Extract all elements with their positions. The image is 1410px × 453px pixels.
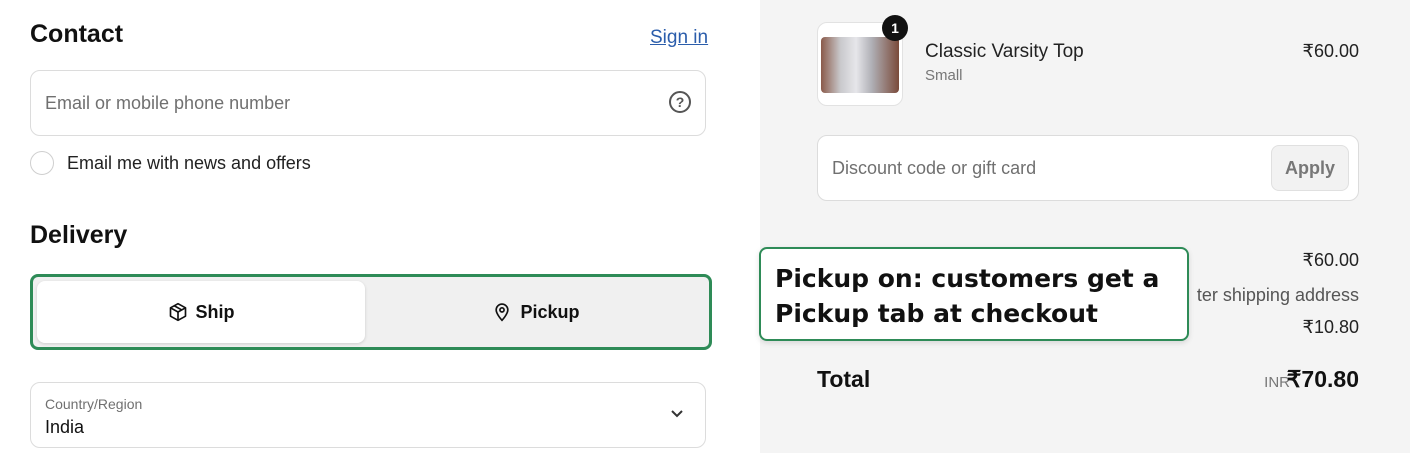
quantity-badge: 1 [882, 15, 908, 41]
taxes-value: ₹10.80 [1302, 317, 1360, 337]
order-summary-panel: 1 Classic Varsity Top Small ₹60.00 Disco… [760, 0, 1410, 453]
total-value: ₹70.80 [1286, 366, 1359, 392]
checkout-form-panel: Contact Sign in Email or mobile phone nu… [0, 0, 760, 453]
product-variant: Small [925, 67, 963, 84]
email-field[interactable]: Email or mobile phone number ? [30, 70, 706, 136]
help-icon[interactable]: ? [669, 91, 691, 113]
annotation-callout: Pickup on: customers get a Pickup tab at… [759, 247, 1189, 341]
subtotal-value: ₹60.00 [1302, 250, 1360, 270]
product-price: ₹60.00 [1302, 41, 1360, 61]
contact-heading: Contact [30, 20, 124, 48]
apply-button[interactable]: Apply [1271, 145, 1349, 191]
chevron-down-icon [671, 410, 683, 418]
delivery-method-toggle: Ship Pickup [30, 274, 712, 350]
ship-tab-label: Ship [195, 301, 235, 322]
country-label: Country/Region [45, 396, 143, 412]
product-image [821, 37, 899, 93]
location-pin-icon [495, 303, 510, 322]
pickup-tab[interactable]: Pickup [365, 281, 707, 343]
delivery-heading: Delivery [30, 221, 128, 249]
sign-in-link[interactable]: Sign in [650, 27, 708, 49]
country-select[interactable]: Country/Region India [30, 382, 706, 448]
box-icon [169, 302, 186, 322]
product-name: Classic Varsity Top [925, 41, 1084, 62]
news-checkbox-label: Email me with news and offers [67, 153, 311, 173]
email-placeholder: Email or mobile phone number [45, 93, 291, 113]
pickup-tab-label: Pickup [520, 301, 580, 322]
country-value: India [45, 417, 85, 437]
news-checkbox[interactable] [30, 151, 54, 175]
total-label: Total [817, 366, 871, 392]
shipping-note: ter shipping address [1196, 285, 1359, 305]
ship-tab[interactable]: Ship [37, 281, 365, 343]
discount-placeholder: Discount code or gift card [832, 158, 1037, 178]
discount-field[interactable]: Discount code or gift card Apply [817, 135, 1359, 201]
